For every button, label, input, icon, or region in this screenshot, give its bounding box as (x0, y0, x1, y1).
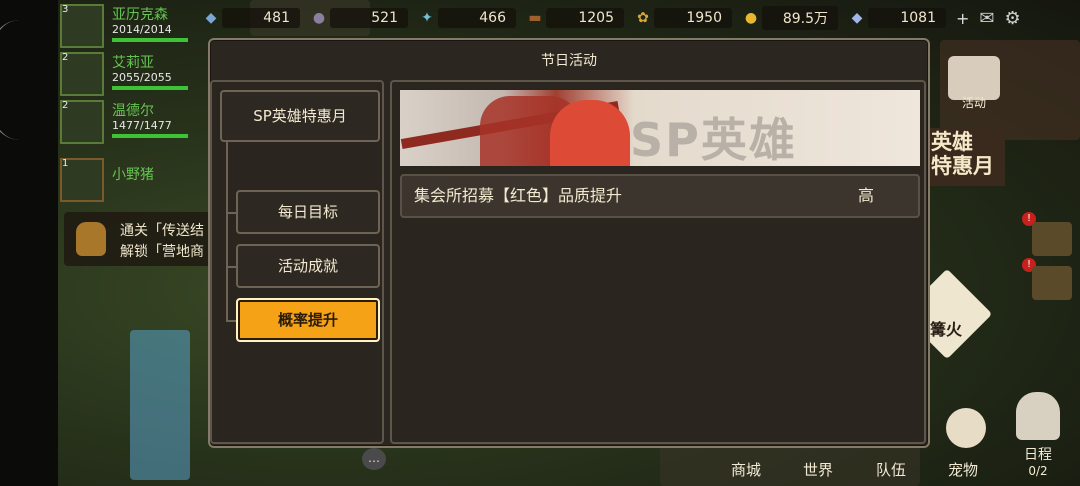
bonfire-label: 篝火 (930, 320, 963, 339)
ore-count: 521 (330, 8, 408, 28)
crystal-count: 481 (222, 8, 300, 28)
banner-text: SP英雄 (630, 113, 797, 166)
member-level: 2 (62, 100, 69, 111)
wood-count: 1205 (546, 8, 624, 28)
schedule-count: 0/2 (1028, 464, 1048, 478)
chat-icon[interactable]: … (362, 448, 386, 470)
gold-count: 89.5万 (762, 6, 838, 30)
rate-up-level: 高 (857, 186, 874, 205)
bag-icon (76, 222, 106, 256)
tab-panel: SP英雄特惠月 每日目标 活动成就 概率提升 (210, 80, 384, 444)
coin-stack-icon[interactable] (1032, 222, 1072, 256)
hero-promo-label: 英雄 特惠月 (931, 130, 994, 178)
festival-dialog: 节日活动 SP英雄特惠月 每日目标 活动成就 概率提升 SP英雄 集会所招募【红… (208, 38, 930, 448)
schedule-button[interactable]: 日程 (1016, 444, 1060, 464)
member-name: 小野猪 (112, 167, 154, 183)
member-level: 1 (62, 158, 69, 169)
team-member[interactable]: 1 小野猪 (60, 158, 190, 202)
member-level: 2 (62, 52, 69, 63)
quest-text: 通关「传送结 (120, 223, 204, 239)
member-hp: 2055/2055 (112, 71, 172, 84)
nav-world[interactable]: 世界 (803, 459, 833, 480)
diamond-count: 1081 (868, 8, 946, 28)
quest-tracker[interactable]: 通关「传送结 解锁「营地商 (64, 212, 214, 266)
left-screen-edge (0, 0, 58, 486)
rate-up-name: 集会所招募【红色】品质提升 (414, 186, 623, 205)
rate-up-row: 集会所招募【红色】品质提升 高 (400, 174, 920, 218)
gem-cluster-icon: ✦ (421, 10, 433, 26)
hp-bar (112, 38, 188, 42)
member-name: 艾莉亚 (112, 55, 154, 71)
tab-tree-branch (226, 212, 236, 214)
resource-wheat: ✿ 1950 (632, 7, 732, 29)
tab-sp-hero-month[interactable]: SP英雄特惠月 (220, 90, 380, 142)
hero-promo-banner[interactable]: 英雄 特惠月 (925, 128, 1005, 186)
hourglass-icon[interactable] (1016, 392, 1060, 440)
tab-tree-branch (226, 320, 236, 322)
member-hp: 2014/2014 (112, 23, 172, 36)
tab-tree-branch (226, 266, 236, 268)
wheat-bundle-icon[interactable] (1032, 266, 1072, 300)
tab-tree-line (226, 142, 228, 322)
nav-team[interactable]: 队伍 (876, 459, 906, 480)
member-name: 温德尔 (112, 103, 154, 119)
resource-crystal: ◆ 481 (200, 7, 300, 29)
team-member[interactable]: 2 温德尔 1477/1477 (60, 100, 190, 144)
paw-icon[interactable] (946, 408, 986, 448)
resource-gold: ● 89.5万 (740, 6, 838, 30)
tab-rate-up[interactable]: 概率提升 (236, 298, 380, 342)
tab-daily-goals[interactable]: 每日目标 (236, 190, 380, 234)
team-member[interactable]: 3 亚历克森 2014/2014 (60, 4, 190, 48)
nav-shop[interactable]: 商城 (731, 459, 761, 480)
sp-hero-banner: SP英雄 (400, 90, 920, 166)
activity-button[interactable]: 活动 (946, 94, 1002, 111)
resource-gem-cluster: ✦ 466 (416, 7, 516, 29)
diamond-icon: ◆ (851, 10, 863, 26)
mail-icon[interactable]: ✉ (979, 8, 994, 29)
resource-bar: ◆ 481 ● 521 ✦ 466 ▬ 1205 ✿ 1950 ● 89.5万 ◆ 1081 … (200, 4, 1080, 32)
member-name: 亚历克森 (112, 7, 168, 23)
hp-bar (112, 134, 188, 138)
add-diamond-button[interactable]: + (956, 9, 969, 28)
crystal-pillar (130, 330, 190, 480)
wood-icon: ▬ (528, 10, 542, 26)
ore-icon: ● (312, 10, 326, 26)
hp-bar (112, 86, 188, 90)
wheat-count: 1950 (654, 8, 732, 28)
resource-diamond: ◆ 1081 (846, 7, 946, 29)
team-member[interactable]: 2 艾莉亚 2055/2055 (60, 52, 190, 96)
hero-art (550, 100, 630, 166)
resource-wood: ▬ 1205 (524, 7, 624, 29)
nav-pets[interactable]: 宠物 (948, 459, 978, 480)
crystal-icon: ◆ (205, 10, 217, 26)
gem-cluster-count: 466 (438, 8, 516, 28)
content-panel: SP英雄 集会所招募【红色】品质提升 高 (390, 80, 926, 444)
gold-coin-icon: ● (744, 10, 758, 26)
dialog-title: 节日活动 (541, 53, 597, 69)
member-hp: 1477/1477 (112, 119, 172, 132)
tab-achievements[interactable]: 活动成就 (236, 244, 380, 288)
member-level: 3 (62, 4, 69, 15)
gear-icon[interactable]: ⚙ (1005, 8, 1021, 29)
resource-ore: ● 521 (308, 7, 408, 29)
wheat-icon: ✿ (637, 10, 649, 26)
quest-text: 解锁「营地商 (120, 244, 204, 260)
